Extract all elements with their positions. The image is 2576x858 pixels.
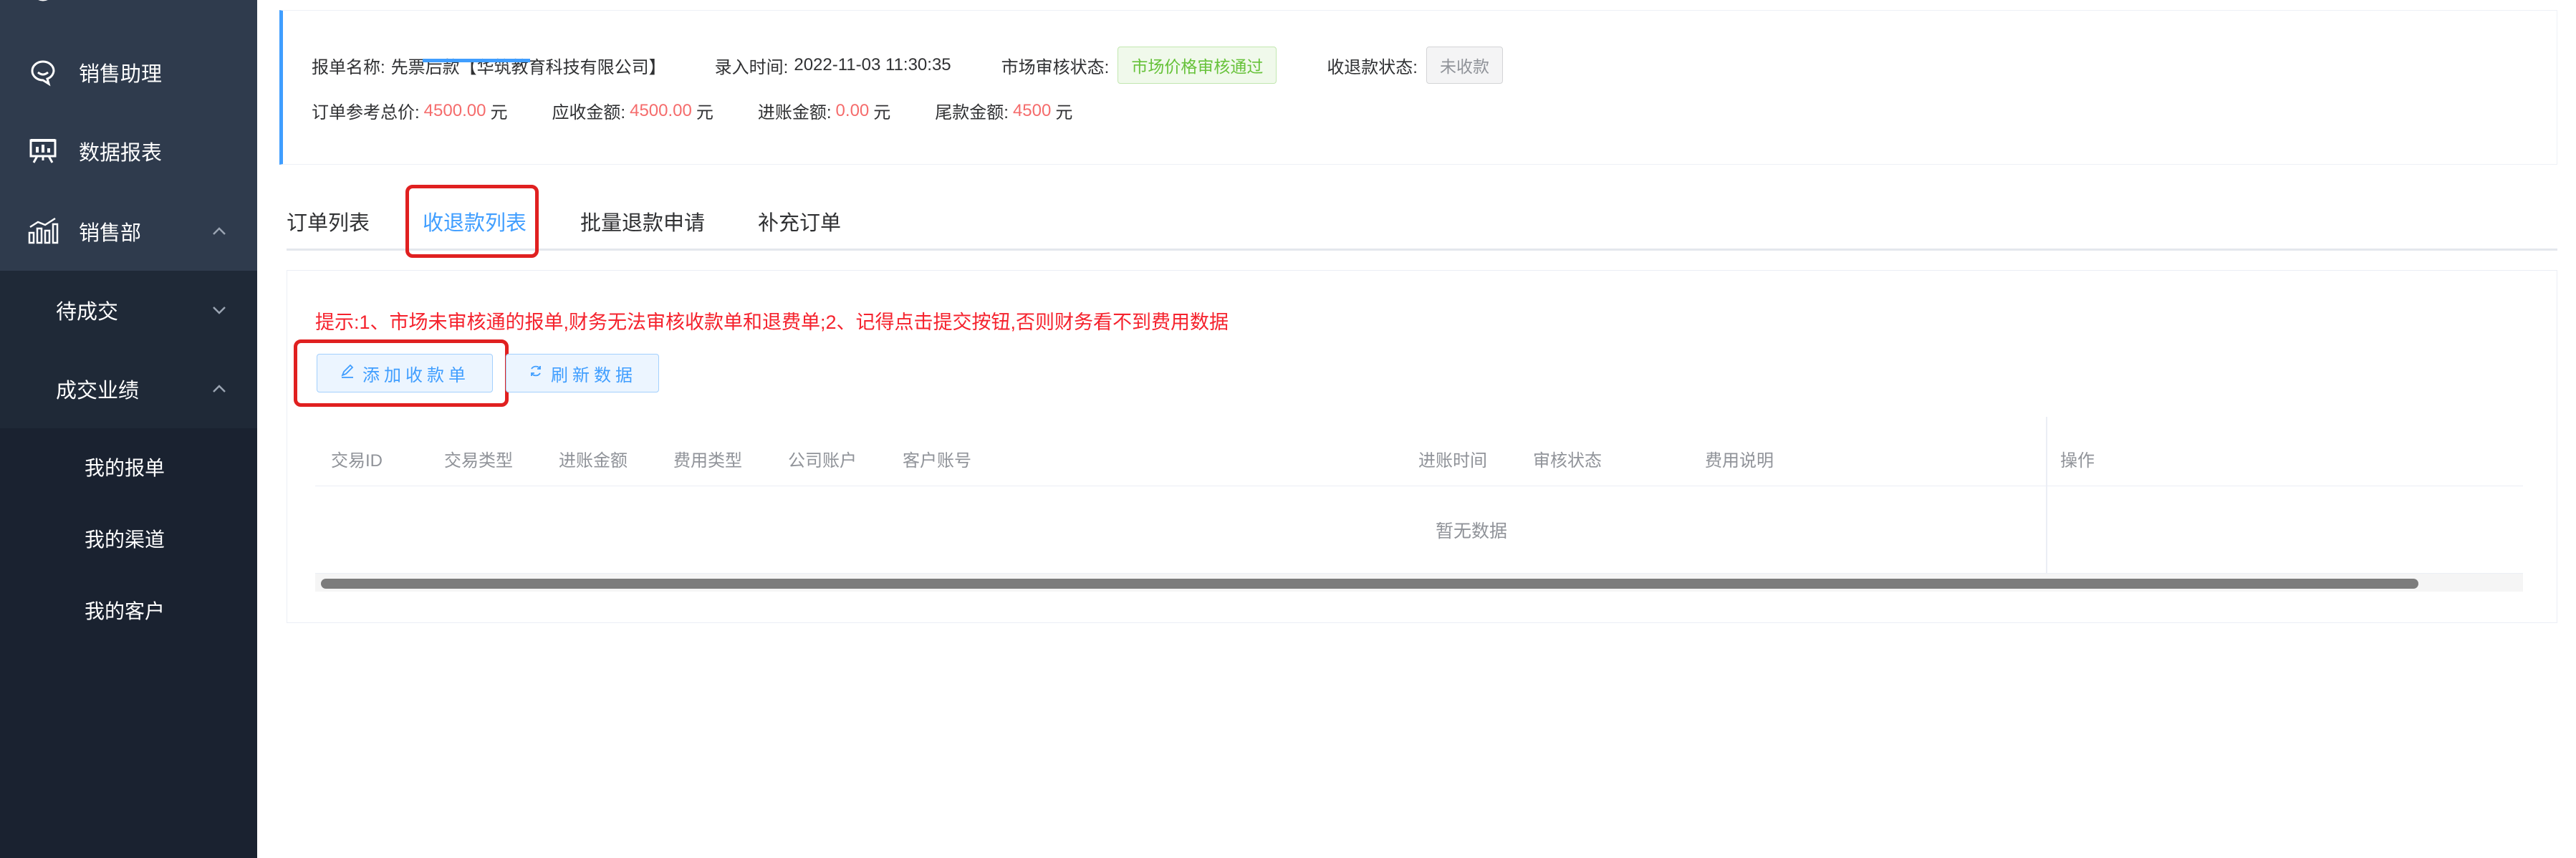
balance-label: 尾款金额: [935, 103, 1009, 122]
tab-bar: 订单列表 收退款列表 批量退款申请 补充订单 [287, 188, 2557, 251]
column-header: 费用类型 [673, 451, 742, 471]
income-label: 进账金额: [757, 103, 832, 122]
column-header: 进账金额 [559, 451, 628, 471]
column-header: 交易ID [331, 451, 383, 471]
info-row-amounts: 订单参考总价: 4500.00 元 应收金额: 4500.00 元 进账金额: … [312, 98, 1072, 123]
ref-total-label: 订单参考总价: [312, 103, 420, 122]
order-name-label: 报单名称: [312, 57, 385, 77]
sidebar-item-data-reports[interactable]: 数据报表 [0, 112, 257, 191]
presentation-chart-icon [26, 134, 60, 168]
income-unit: 元 [873, 103, 891, 122]
market-status-label: 市场审核状态: [1001, 57, 1110, 77]
column-header: 进账时间 [1418, 451, 1487, 471]
sidebar-item-my-orders[interactable]: 我的报单 [0, 431, 257, 503]
ref-total-unit: 元 [490, 103, 508, 122]
sidebar-item-label: 数据报表 [79, 142, 163, 165]
order-info-card: 报单名称: 先票后款【华筑教育科技有限公司】 录入时间: 2022-11-03 … [279, 10, 2557, 165]
sidebar-submenu-pending-deals[interactable]: 待成交 [0, 271, 257, 350]
sidebar-item-label: 待成交 [56, 301, 119, 324]
column-header: 公司账户 [788, 451, 857, 471]
ref-total-value: 4500.00 [423, 100, 486, 120]
refund-status-badge: 未收款 [1426, 47, 1503, 84]
sidebar: 销售助理 数据报表 销售部 待成交 成交业绩 我的报单 我的渠道 我的客户 [0, 0, 257, 858]
balance-value: 4500 [1012, 100, 1052, 120]
column-header: 审核状态 [1533, 451, 1602, 471]
income-value: 0.00 [835, 100, 870, 120]
sidebar-item-label: 销售部 [79, 222, 142, 245]
sidebar-item-label: 我的渠道 [85, 529, 165, 551]
fixed-actions-column [2046, 417, 2524, 576]
sidebar-item-label: 我的报单 [85, 457, 165, 479]
column-header: 费用说明 [1705, 451, 1774, 471]
sidebar-item-sales-dept[interactable]: 销售部 [0, 192, 257, 271]
receivable-label: 应收金额: [552, 103, 626, 122]
refresh-data-label: 刷新数据 [551, 365, 637, 385]
annotation-highlight-add-button [294, 339, 509, 407]
bar-chart-icon [26, 214, 60, 249]
warning-tip: 提示:1、市场未审核通的报单,财务无法审核收款单和退费单;2、记得点击提交按钮,… [315, 312, 1229, 333]
market-status-badge: 市场价格审核通过 [1118, 47, 1277, 84]
empty-table-text: 暂无数据 [1436, 521, 1508, 541]
refresh-icon [528, 363, 544, 384]
sidebar-item-label: 我的客户 [85, 600, 165, 622]
sidebar-item-my-customers[interactable]: 我的客户 [0, 574, 257, 646]
entry-time-label: 录入时间: [714, 57, 789, 77]
tab-order-list[interactable]: 订单列表 [287, 206, 370, 236]
scrollbar-thumb[interactable] [321, 579, 2418, 589]
entry-time-value: 2022-11-03 11:30:35 [794, 55, 951, 74]
annotation-highlight-tab [405, 185, 539, 258]
sidebar-item-my-channels[interactable]: 我的渠道 [0, 503, 257, 574]
sidebar-submenu-deal-performance[interactable]: 成交业绩 [0, 350, 257, 428]
partial-icon [26, 0, 60, 17]
balance-unit: 元 [1055, 103, 1073, 122]
column-header: 客户账号 [903, 451, 971, 471]
receivable-value: 4500.00 [630, 100, 692, 120]
sidebar-item-label: 成交业绩 [56, 380, 140, 403]
refresh-data-button[interactable]: 刷新数据 [506, 354, 659, 392]
chevron-up-icon [213, 385, 226, 392]
chat-bubble-icon [26, 55, 60, 90]
active-tab-indicator [423, 59, 530, 62]
tab-batch-refund[interactable]: 批量退款申请 [580, 206, 705, 236]
sidebar-item-partial[interactable] [0, 0, 257, 29]
sidebar-item-label: 销售助理 [79, 63, 163, 86]
order-name-value: 先票后款【华筑教育科技有限公司】 [390, 57, 666, 77]
refund-status-label: 收退款状态: [1327, 57, 1418, 77]
sidebar-item-sales-assistant[interactable]: 销售助理 [0, 33, 257, 112]
chevron-down-icon [213, 307, 226, 314]
receivable-unit: 元 [696, 103, 713, 122]
tab-supplement-order[interactable]: 补充订单 [758, 206, 841, 236]
info-row-top: 报单名称: 先票后款【华筑教育科技有限公司】 录入时间: 2022-11-03 … [312, 47, 1503, 84]
chevron-up-icon [213, 227, 226, 235]
column-header: 交易类型 [444, 451, 513, 471]
